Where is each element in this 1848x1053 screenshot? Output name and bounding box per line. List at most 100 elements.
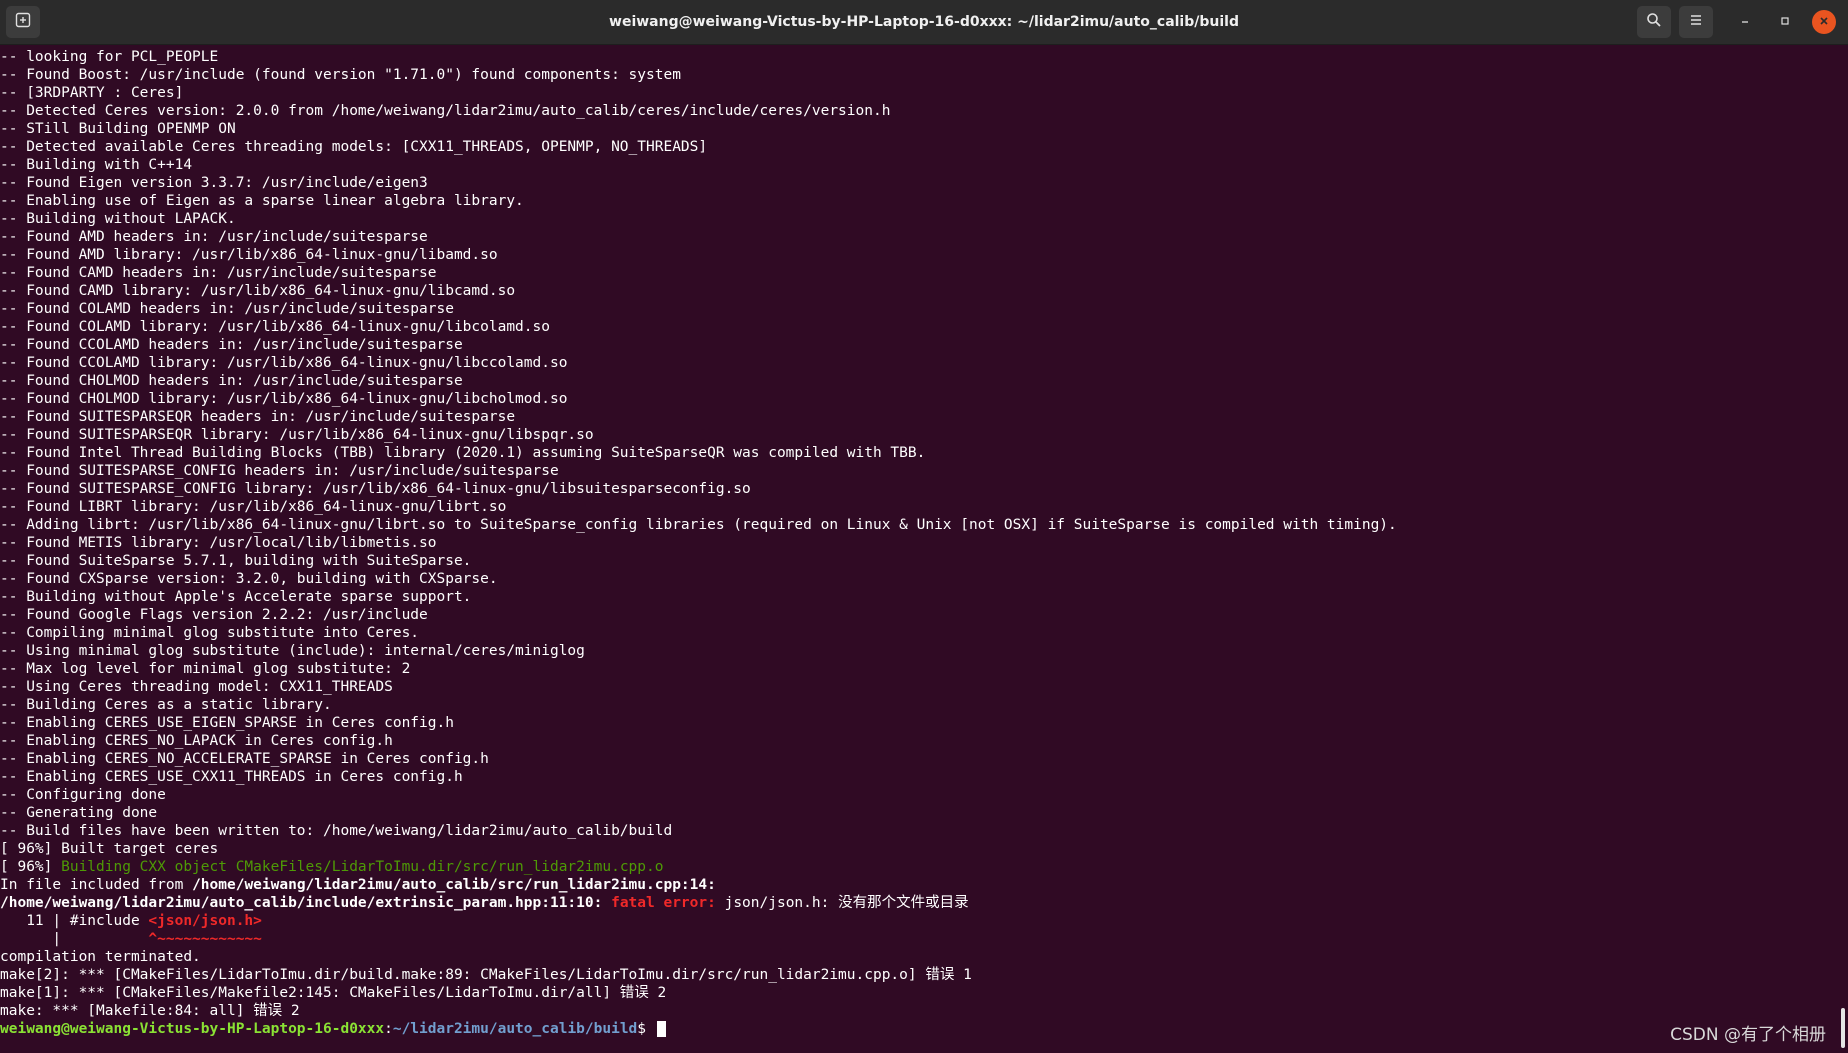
terminal-line: -- Found SUITESPARSE_CONFIG headers in: … (0, 462, 1848, 480)
terminal-text-segment: -- Found CAMD headers in: /usr/include/s… (0, 265, 437, 281)
terminal-text-segment: [ 96%] Built target ceres (0, 841, 219, 857)
terminal-line: weiwang@weiwang-Victus-by-HP-Laptop-16-d… (0, 1020, 1848, 1038)
terminal-text-segment: -- Found CHOLMOD library: /usr/lib/x86_6… (0, 391, 568, 407)
maximize-button[interactable] (1773, 10, 1797, 34)
terminal-text-segment: -- Found CXSparse version: 3.2.0, buildi… (0, 571, 498, 587)
terminal-text-segment: -- Found CCOLAMD headers in: /usr/includ… (0, 337, 463, 353)
terminal-text-segment: -- Found LIBRT library: /usr/lib/x86_64-… (0, 499, 507, 515)
terminal-text-segment: -- Found SuiteSparse 5.7.1, building wit… (0, 553, 472, 569)
terminal-line: -- Found SuiteSparse 5.7.1, building wit… (0, 552, 1848, 570)
terminal-text-segment: -- Using Ceres threading model: CXX11_TH… (0, 679, 393, 695)
terminal-text-segment: ~/lidar2imu/auto_calib/build (392, 1021, 638, 1037)
terminal-line: -- Found SUITESPARSE_CONFIG library: /us… (0, 480, 1848, 498)
terminal-line: -- Found CHOLMOD library: /usr/lib/x86_6… (0, 390, 1848, 408)
terminal-line: -- Adding librt: /usr/lib/x86_64-linux-g… (0, 516, 1848, 534)
terminal-text-segment: -- Found METIS library: /usr/local/lib/l… (0, 535, 437, 551)
hamburger-menu-icon (1688, 12, 1704, 33)
terminal-line: -- Found Intel Thread Building Blocks (T… (0, 444, 1848, 462)
terminal-text-segment: -- Building Ceres as a static library. (0, 697, 332, 713)
terminal-text-segment: -- Build files have been written to: /ho… (0, 823, 673, 839)
terminal-line: [ 96%] Built target ceres (0, 840, 1848, 858)
terminal-text-segment: -- Found AMD headers in: /usr/include/su… (0, 229, 428, 245)
terminal-text-segment: -- Adding librt: /usr/lib/x86_64-linux-g… (0, 517, 1397, 533)
terminal-text-segment: -- Detected available Ceres threading mo… (0, 139, 708, 155)
terminal-line: -- Building without LAPACK. (0, 210, 1848, 228)
terminal-line: -- Using minimal glog substitute (includ… (0, 642, 1848, 660)
terminal-output[interactable]: -- looking for PCL_PEOPLE -- Found Boost:… (0, 48, 1848, 1053)
terminal-text-segment: [ 96%] (0, 859, 62, 875)
terminal-text-segment: -- Found SUITESPARSE_CONFIG headers in: … (0, 463, 559, 479)
terminal-text-segment: -- Max log level for minimal glog substi… (0, 661, 411, 677)
terminal-line: /home/weiwang/lidar2imu/auto_calib/inclu… (0, 894, 1848, 912)
terminal-text-segment: /home/weiwang/lidar2imu/auto_calib/inclu… (0, 895, 603, 911)
terminal-text-segment: -- Enabling CERES_NO_ACCELERATE_SPARSE i… (0, 751, 489, 767)
terminal-text-segment: -- Found COLAMD library: /usr/lib/x86_64… (0, 319, 550, 335)
minimize-button[interactable] (1733, 10, 1757, 34)
terminal-text-segment: : (707, 877, 716, 893)
terminal-text-segment: -- Found CCOLAMD library: /usr/lib/x86_6… (0, 355, 568, 371)
terminal-text-segment: make[1]: *** [CMakeFiles/Makefile2:145: … (0, 985, 667, 1001)
close-button[interactable] (1812, 10, 1836, 34)
menu-button[interactable] (1679, 6, 1713, 38)
terminal-text-segment: -- Found AMD library: /usr/lib/x86_64-li… (0, 247, 498, 263)
terminal-text-segment: Building CXX object CMakeFiles/LidarToIm… (61, 859, 664, 875)
terminal-line: -- Enabling use of Eigen as a sparse lin… (0, 192, 1848, 210)
terminal-text-segment: -- [3RDPARTY : Ceres] (0, 85, 184, 101)
terminal-line: make[1]: *** [CMakeFiles/Makefile2:145: … (0, 984, 1848, 1002)
terminal-text-segment: weiwang@weiwang-Victus-by-HP-Laptop-16-d… (0, 1021, 385, 1037)
search-button[interactable] (1637, 6, 1671, 38)
terminal-text-segment: ^~~~~~~~~~~~~ (148, 931, 262, 947)
terminal-text-segment: -- Found Intel Thread Building Blocks (T… (0, 445, 926, 461)
terminal-text-segment: -- Found CAMD library: /usr/lib/x86_64-l… (0, 283, 516, 299)
terminal-line: -- Found SUITESPARSEQR library: /usr/lib… (0, 426, 1848, 444)
terminal-text-segment: -- Building without LAPACK. (0, 211, 236, 227)
terminal-text-segment: -- Configuring done (0, 787, 166, 803)
terminal-text-segment: $ (637, 1021, 655, 1037)
terminal-line: -- Found COLAMD headers in: /usr/include… (0, 300, 1848, 318)
terminal-line: -- Found LIBRT library: /usr/lib/x86_64-… (0, 498, 1848, 516)
scrollbar[interactable] (1841, 1008, 1845, 1048)
terminal-line: -- Found SUITESPARSEQR headers in: /usr/… (0, 408, 1848, 426)
terminal-line: -- Found Boost: /usr/include (found vers… (0, 66, 1848, 84)
search-icon (1646, 12, 1662, 33)
terminal-text-segment: <json/json.h> (148, 913, 262, 929)
terminal-text-segment: -- Compiling minimal glog substitute int… (0, 625, 420, 641)
terminal-text-segment: fatal error: (611, 895, 716, 911)
terminal-line: -- Found CAMD library: /usr/lib/x86_64-l… (0, 282, 1848, 300)
terminal-text-segment: : (384, 1021, 393, 1037)
terminal-line: -- Build files have been written to: /ho… (0, 822, 1848, 840)
terminal-text-segment: -- Using minimal glog substitute (includ… (0, 643, 585, 659)
terminal-line: make: *** [Makefile:84: all] 错误 2 (0, 1002, 1848, 1020)
terminal-line: make[2]: *** [CMakeFiles/LidarToImu.dir/… (0, 966, 1848, 984)
terminal-text-segment: -- Found Eigen version 3.3.7: /usr/inclu… (0, 175, 428, 191)
terminal-text-segment: /home/weiwang/lidar2imu/auto_calib/src/r… (192, 877, 708, 893)
terminal-line: -- Found METIS library: /usr/local/lib/l… (0, 534, 1848, 552)
terminal-text-segment: -- Generating done (0, 805, 158, 821)
terminal-text-segment: -- Found Google Flags version 2.2.2: /us… (0, 607, 428, 623)
terminal-text-segment: -- Found CHOLMOD headers in: /usr/includ… (0, 373, 463, 389)
terminal-text-segment: make: *** [Makefile:84: all] 错误 2 (0, 1003, 300, 1019)
terminal-line: 11 | #include <json/json.h> (0, 912, 1848, 930)
terminal-text-segment: json/json.h: 没有那个文件或目录 (715, 895, 969, 911)
terminal-text-segment: 11 | #include (0, 913, 149, 929)
minimize-icon (1740, 13, 1750, 31)
terminal-line: -- Compiling minimal glog substitute int… (0, 624, 1848, 642)
title-bar: weiwang@weiwang-Victus-by-HP-Laptop-16-d… (0, 0, 1848, 45)
terminal-line: -- Generating done (0, 804, 1848, 822)
terminal-line: -- Building Ceres as a static library. (0, 696, 1848, 714)
terminal-line: -- Enabling CERES_USE_CXX11_THREADS in C… (0, 768, 1848, 786)
terminal-line: -- Using Ceres threading model: CXX11_TH… (0, 678, 1848, 696)
terminal-line: -- Found CAMD headers in: /usr/include/s… (0, 264, 1848, 282)
window-title: weiwang@weiwang-Victus-by-HP-Laptop-16-d… (609, 14, 1239, 30)
terminal-line: -- Enabling CERES_NO_ACCELERATE_SPARSE i… (0, 750, 1848, 768)
terminal-line: -- Found CCOLAMD library: /usr/lib/x86_6… (0, 354, 1848, 372)
terminal-text-segment: -- Building with C++14 (0, 157, 193, 173)
maximize-icon (1780, 13, 1790, 31)
terminal-line: | ^~~~~~~~~~~~~ (0, 930, 1848, 948)
terminal-line: -- Detected available Ceres threading mo… (0, 138, 1848, 156)
terminal-line: -- Building without Apple's Accelerate s… (0, 588, 1848, 606)
terminal-line: -- Found CXSparse version: 3.2.0, buildi… (0, 570, 1848, 588)
terminal-line: -- Found AMD library: /usr/lib/x86_64-li… (0, 246, 1848, 264)
terminal-line: -- Found AMD headers in: /usr/include/su… (0, 228, 1848, 246)
